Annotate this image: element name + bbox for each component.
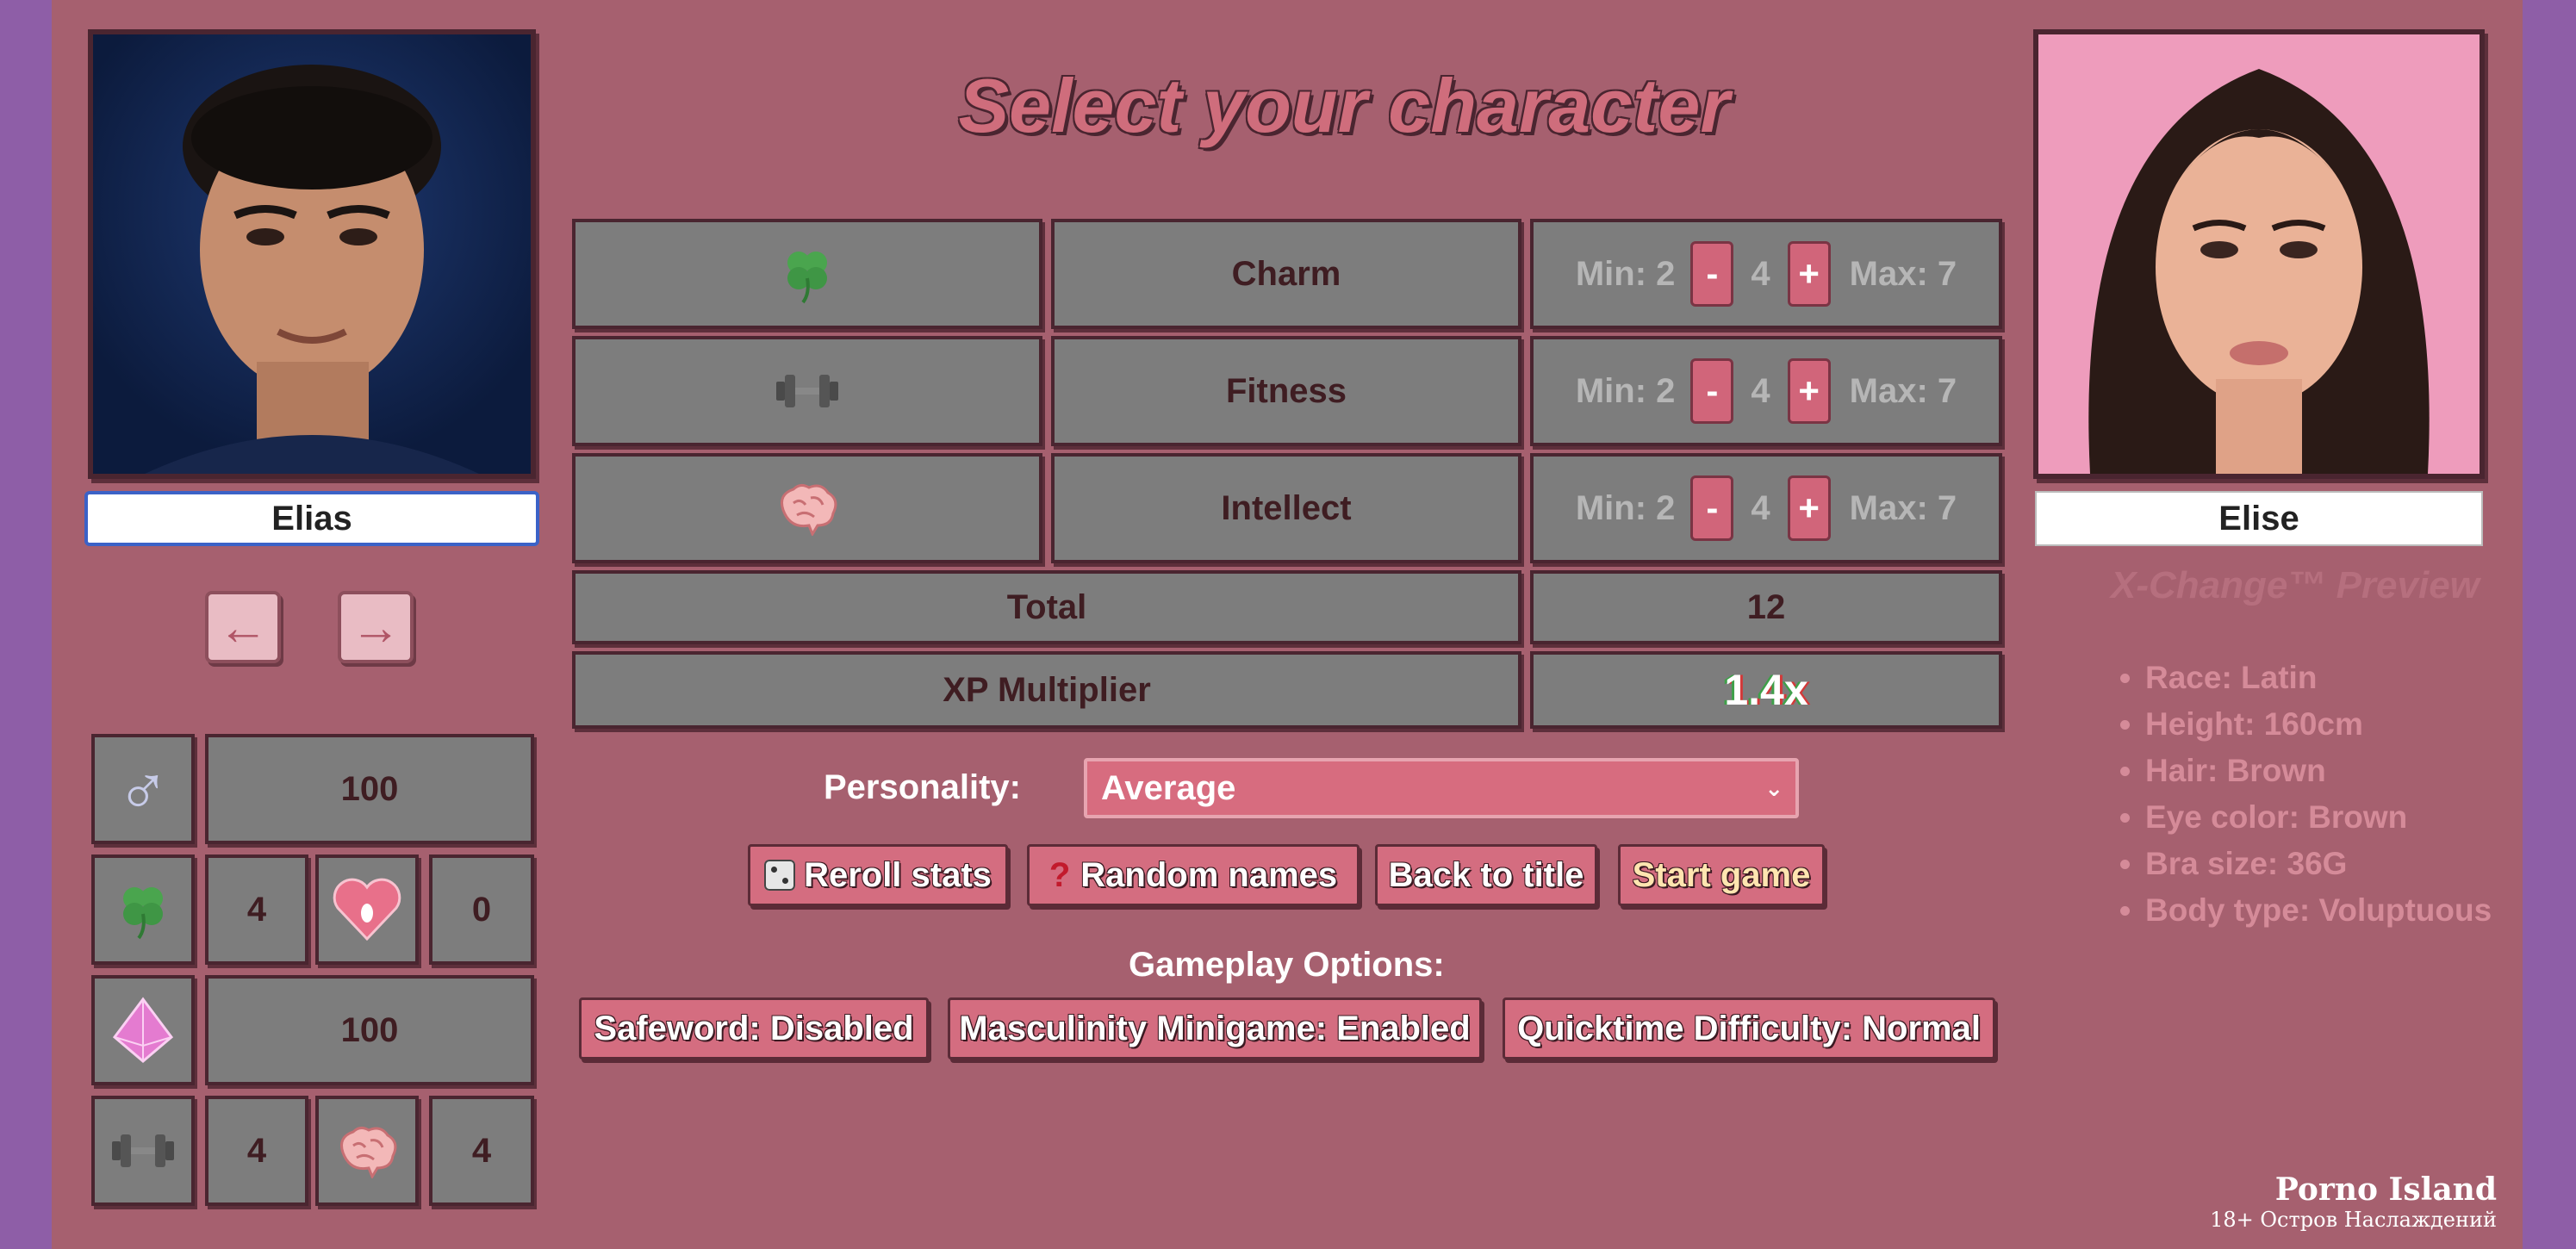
fitness-min: Min: 2 [1575, 371, 1676, 410]
arousal-icon-cell [315, 854, 419, 965]
gameplay-options-heading: Gameplay Options: [1129, 946, 1445, 984]
personality-label: Personality: [824, 768, 1021, 806]
male-portrait [88, 29, 536, 479]
xp-multiplier-value: 1.4x [1724, 666, 1808, 714]
fitness-label: Fitness [1051, 336, 1521, 446]
total-value: 12 [1530, 570, 2002, 644]
trait-height: Height: 160cm [2145, 701, 2492, 748]
reroll-stats-label: Reroll stats [804, 855, 992, 894]
dumbbell-icon [112, 1134, 174, 1167]
watermark-title: Porno Island [2274, 1171, 2497, 1208]
fitness-max: Max: 7 [1849, 371, 1957, 410]
brain-icon [781, 483, 837, 536]
trait-eye-color: Eye color: Brown [2145, 794, 2492, 841]
xp-multiplier-value-box: 1.4x [1530, 651, 2002, 729]
dumbbell-icon [776, 375, 838, 407]
safeword-toggle[interactable]: Safeword: Disabled [579, 997, 929, 1059]
masculinity-icon-cell: ♂ [91, 734, 195, 844]
arrow-right-icon: → [351, 599, 401, 656]
intellect-icon-box [572, 453, 1042, 563]
preview-title: X-Change™ Preview [2111, 564, 2480, 606]
fitness-value: 4 [1751, 371, 1770, 410]
charm-plus-button[interactable]: + [1787, 241, 1831, 307]
prev-character-button[interactable]: ← [205, 591, 281, 663]
female-face-image [2088, 69, 2430, 474]
fitness-stepper: Min: 2 - 4 + Max: 7 [1576, 358, 1957, 424]
random-names-button[interactable]: ? Random names [1027, 844, 1360, 906]
energy-icon-cell [91, 975, 195, 1085]
male-symbol-icon: ♂ [116, 749, 170, 828]
charm-label: Charm [1051, 219, 1521, 329]
trait-hair: Hair: Brown [2145, 748, 2492, 794]
chevron-down-icon: ⌄ [1764, 774, 1783, 801]
intellect-label: Intellect [1051, 453, 1521, 563]
charm-value: 4 [1751, 254, 1770, 293]
intellect-stepper-box: Min: 2 - 4 + Max: 7 [1530, 453, 2002, 563]
preview-traits-list: Race: Latin Height: 160cm Hair: Brown Ey… [2102, 655, 2492, 934]
page-title: Select your character [958, 63, 1730, 148]
intellect-minus-button[interactable]: - [1690, 475, 1734, 541]
charm-max: Max: 7 [1849, 254, 1957, 293]
intellect-max: Max: 7 [1849, 488, 1957, 527]
quicktime-difficulty-toggle[interactable]: Quicktime Difficulty: Normal [1503, 997, 1995, 1059]
intellect-value: 4 [1751, 488, 1770, 527]
charm-minus-button[interactable]: - [1690, 241, 1734, 307]
question-mark-icon: ? [1048, 855, 1071, 894]
heart-icon [333, 878, 401, 941]
random-names-label: Random names [1080, 855, 1338, 894]
crystal-icon [112, 997, 174, 1063]
trait-race: Race: Latin [2145, 655, 2492, 701]
clover-icon [123, 887, 163, 940]
intellect-plus-button[interactable]: + [1787, 475, 1831, 541]
intellect-min: Min: 2 [1575, 488, 1676, 527]
charm-stepper: Min: 2 - 4 + Max: 7 [1576, 241, 1957, 307]
charm-icon-cell [91, 854, 195, 965]
start-game-button[interactable]: Start game [1618, 844, 1825, 906]
masculinity-value: 100 [205, 734, 534, 844]
fitness-stepper-box: Min: 2 - 4 + Max: 7 [1530, 336, 2002, 446]
charm-side-value: 4 [205, 854, 308, 965]
dice-icon [764, 860, 796, 891]
xp-multiplier-label: XP Multiplier [572, 651, 1521, 729]
game-screen: Elias ← → ♂ 100 4 0 100 4 4 Select your … [52, 0, 2523, 1249]
charm-stepper-box: Min: 2 - 4 + Max: 7 [1530, 219, 2002, 329]
fitness-icon-box [572, 336, 1042, 446]
intellect-side-value: 4 [429, 1096, 534, 1206]
fitness-side-value: 4 [205, 1096, 308, 1206]
masculinity-minigame-toggle[interactable]: Masculinity Minigame: Enabled [948, 997, 1482, 1059]
intellect-icon-cell [315, 1096, 419, 1206]
arousal-side-value: 0 [429, 854, 534, 965]
total-label: Total [572, 570, 1521, 644]
fitness-icon-cell [91, 1096, 195, 1206]
male-face-image [145, 65, 479, 474]
intellect-stepper: Min: 2 - 4 + Max: 7 [1576, 475, 1957, 541]
trait-body-type: Body type: Voluptuous [2145, 887, 2492, 934]
trait-bra-size: Bra size: 36G [2145, 841, 2492, 887]
personality-value: Average [1101, 768, 1236, 807]
watermark-subtitle: 18+ Остров Наслаждений [2210, 1208, 2497, 1232]
fitness-minus-button[interactable]: - [1690, 358, 1734, 424]
charm-min: Min: 2 [1575, 254, 1676, 293]
arrow-left-icon: ← [218, 599, 268, 656]
back-to-title-button[interactable]: Back to title [1375, 844, 1597, 906]
brain-icon [340, 1126, 397, 1178]
energy-value: 100 [205, 975, 534, 1085]
female-name-field: Elise [2035, 491, 2483, 546]
next-character-button[interactable]: → [338, 591, 414, 663]
fitness-plus-button[interactable]: + [1787, 358, 1831, 424]
reroll-stats-button[interactable]: Reroll stats [748, 844, 1008, 906]
charm-icon-box [572, 219, 1042, 329]
clover-icon [787, 252, 827, 304]
male-name-input[interactable]: Elias [84, 491, 539, 546]
female-portrait [2033, 29, 2485, 479]
personality-select[interactable]: Average ⌄ [1084, 758, 1799, 818]
